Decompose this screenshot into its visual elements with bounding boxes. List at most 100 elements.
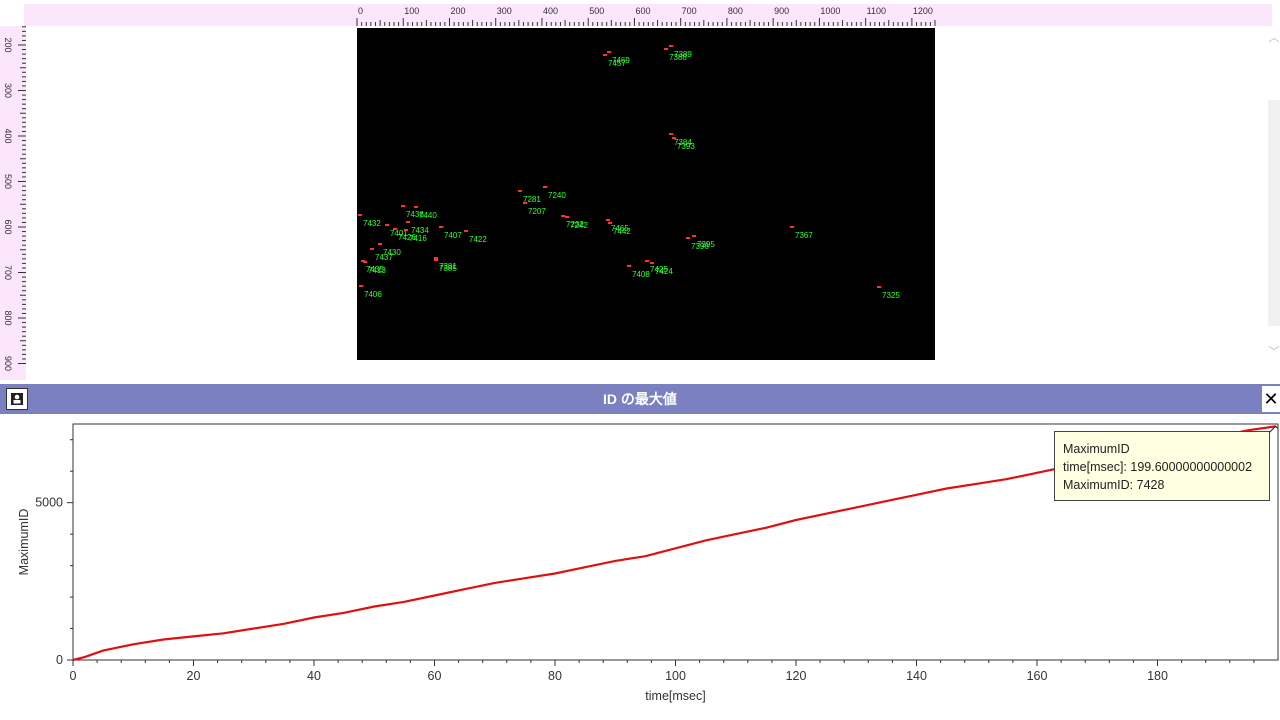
track-id-label: 7388 [669, 53, 687, 62]
particle-mark [645, 260, 649, 262]
track-id-label: 7393 [677, 142, 695, 151]
ruler-label: 700 [682, 6, 697, 16]
ruler-label: 800 [3, 310, 13, 325]
ruler-label: 0 [358, 6, 363, 16]
x-tick-label: 100 [665, 669, 686, 683]
particle-mark [790, 226, 794, 228]
track-id-label: 7416 [409, 234, 427, 243]
particle-mark [523, 202, 527, 204]
horizontal-ruler-scale: 0 100 200 300 400 500 600 700 800 900 1000 1100 1200 [356, 6, 936, 26]
particle-mark [606, 219, 610, 221]
x-axis-label: time[msec] [645, 689, 705, 703]
track-id-label: 7385 [439, 264, 457, 273]
track-id-label: 7424 [655, 267, 673, 276]
x-tick-label: 160 [1027, 669, 1048, 683]
ruler-label: 900 [3, 356, 13, 371]
ruler-label: 900 [774, 6, 789, 16]
particle-mark [358, 214, 362, 216]
particle-mark [664, 48, 668, 50]
particle-mark [393, 228, 397, 230]
data-tooltip: MaximumID time[msec]: 199.60000000000002… [1054, 431, 1270, 501]
particle-mark [434, 259, 438, 261]
ruler-label: 500 [3, 174, 13, 189]
particle-mark [359, 285, 363, 287]
close-button[interactable]: ✕ [1262, 386, 1280, 412]
particle-mark [464, 230, 468, 232]
track-id-label: 7242 [570, 221, 588, 230]
ruler-label: 1200 [913, 6, 933, 16]
track-overlay: 7457746973897388738473937240728172077436… [358, 45, 900, 300]
ruler-label: 300 [497, 6, 512, 16]
camera-icon[interactable] [6, 388, 28, 410]
particle-mark [370, 248, 374, 250]
particle-mark [543, 186, 547, 188]
particle-mark [363, 261, 367, 263]
track-id-label: 7422 [469, 235, 487, 244]
vertical-ruler-scale: 200 300 400 500 600 700 800 900 [3, 26, 26, 371]
x-tick-label: 140 [906, 669, 927, 683]
particle-mark [434, 257, 438, 259]
ruler-label: 800 [728, 6, 743, 16]
scroll-up-arrow[interactable]: ︿ [1268, 32, 1280, 44]
vertical-scrollbar[interactable] [1268, 100, 1280, 326]
ruler-label: 400 [543, 6, 558, 16]
vertical-ruler: 200 300 400 500 600 700 800 900 [0, 26, 26, 380]
particle-mark [877, 286, 881, 288]
x-tick-label: 0 [70, 669, 77, 683]
y-axis-label: MaximumID [17, 509, 31, 576]
particle-mark [385, 224, 389, 226]
x-tick-label: 80 [548, 669, 562, 683]
particle-mark [439, 226, 443, 228]
ruler-label: 300 [3, 83, 13, 98]
track-id-label: 7367 [795, 231, 813, 240]
track-id-label: 7207 [528, 207, 546, 216]
particle-mark [414, 206, 418, 208]
particle-mark [627, 265, 631, 267]
track-id-label: 7442 [613, 227, 631, 236]
particle-mark [378, 243, 382, 245]
ruler-label: 200 [3, 37, 13, 52]
x-tick-label: 180 [1147, 669, 1168, 683]
particle-mark [686, 237, 690, 239]
particle-mark [406, 221, 410, 223]
track-id-label: 7325 [882, 291, 900, 300]
particle-mark [607, 51, 611, 53]
track-id-label: 7469 [612, 56, 630, 65]
track-id-label: 7437 [375, 253, 393, 262]
ruler-label: 500 [589, 6, 604, 16]
track-id-label: 7440 [419, 211, 437, 220]
y-tick-label: 5000 [35, 496, 63, 510]
ruler-label: 600 [635, 6, 650, 16]
ruler-label: 600 [3, 219, 13, 234]
tooltip-x-value: time[msec]: 199.60000000000002 [1063, 460, 1253, 474]
panel-title: ID の最大値 [603, 391, 677, 407]
particle-mark [608, 222, 612, 224]
particle-mark [404, 229, 408, 231]
x-tick-label: 40 [307, 669, 321, 683]
particle-mark [650, 262, 654, 264]
particle-mark [561, 215, 565, 217]
particle-mark [669, 133, 673, 135]
particle-mark [603, 54, 607, 56]
track-id-label: 7406 [364, 290, 382, 299]
y-tick-label: 0 [56, 653, 63, 667]
ruler-label: 1100 [867, 6, 886, 16]
track-id-label: 7407 [444, 231, 462, 240]
particle-mark [692, 235, 696, 237]
particle-mark [401, 205, 405, 207]
tooltip-y-value: MaximumID: 7428 [1063, 478, 1165, 492]
ruler-label: 400 [3, 128, 13, 143]
ruler-label: 200 [450, 6, 465, 16]
horizontal-ruler: 0 100 200 300 400 500 600 700 800 900 1000 1100 1200 [24, 4, 1272, 26]
track-id-label: 7408 [632, 270, 650, 279]
camera-frame[interactable]: 7457 7469 7389 7388 7384 7393 7240 7281 7207 7436… [357, 28, 935, 360]
tooltip-series-name: MaximumID [1063, 442, 1130, 456]
scroll-down-arrow[interactable]: ﹀ [1268, 346, 1280, 358]
x-tick-label: 20 [187, 669, 201, 683]
particle-mark [565, 216, 569, 218]
particle-mark [518, 190, 522, 192]
x-tick-label: 60 [428, 669, 442, 683]
ruler-label: 100 [404, 6, 419, 16]
ruler-label: 700 [3, 265, 13, 280]
track-id-label: 7413 [368, 266, 386, 275]
